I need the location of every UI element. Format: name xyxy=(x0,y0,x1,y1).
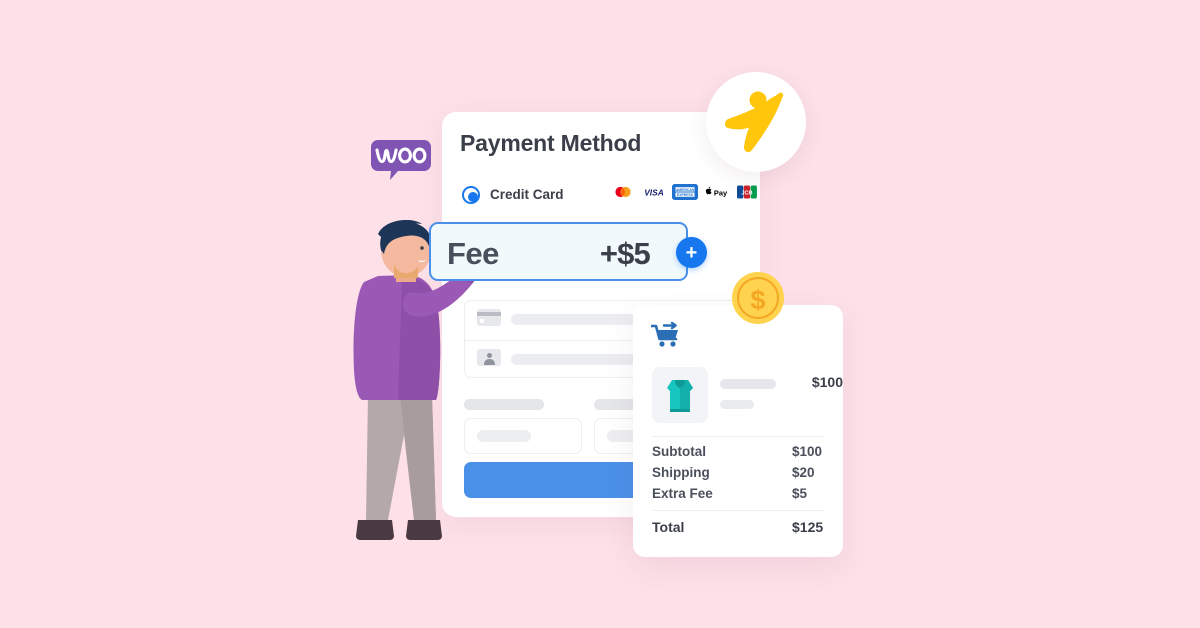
product-qty-placeholder xyxy=(720,400,754,409)
mastercard-icon xyxy=(610,184,636,200)
total-label: Total xyxy=(652,519,685,535)
brand-badge xyxy=(706,72,806,172)
payment-method-row[interactable]: Credit Card VISA AMERICAN EXPRESS Pay JC… xyxy=(462,184,760,208)
card-brand-icons: VISA AMERICAN EXPRESS Pay JCB xyxy=(610,184,760,200)
cart-divider-bottom xyxy=(652,510,824,511)
svg-text:VISA: VISA xyxy=(644,188,664,198)
cart-product-row: $100 xyxy=(652,367,843,423)
fee-label: Fee xyxy=(447,236,499,271)
svg-text:EXPRESS: EXPRESS xyxy=(677,193,694,197)
extra-fee-value: $5 xyxy=(792,486,808,501)
product-price: $100 xyxy=(811,374,843,390)
shipping-row: Shipping $20 xyxy=(652,465,824,486)
extra-fee-label: Extra Fee xyxy=(652,486,713,501)
svg-text:$: $ xyxy=(750,285,765,315)
fee-amount: +$5 xyxy=(599,236,651,271)
visa-icon: VISA xyxy=(641,184,667,200)
cart-summary-card: $100 Subtotal $100 Shipping $20 Extra Fe… xyxy=(633,305,843,557)
dollar-coin-icon: $ xyxy=(732,272,784,324)
credit-card-label: Credit Card xyxy=(490,187,564,202)
total-value: $125 xyxy=(792,519,824,535)
svg-text:Pay: Pay xyxy=(714,189,728,198)
person-icon xyxy=(477,349,501,366)
add-fee-button[interactable]: + xyxy=(676,237,707,268)
illustration-canvas: Payment Method Credit Card VISA AMERICAN… xyxy=(0,0,1200,628)
shipping-label: Shipping xyxy=(652,465,710,480)
radio-selected-dot xyxy=(468,192,478,202)
applepay-icon: Pay xyxy=(703,184,729,200)
expiry-input[interactable] xyxy=(464,418,582,454)
credit-card-icon xyxy=(477,309,501,326)
credit-card-radio[interactable] xyxy=(462,186,480,204)
subtotal-row: Subtotal $100 xyxy=(652,444,824,465)
cart-totals-list: Subtotal $100 Shipping $20 Extra Fee $5 xyxy=(652,444,824,507)
fee-input-field[interactable]: Fee +$5 xyxy=(429,222,688,281)
woocommerce-woo-logo xyxy=(371,140,431,180)
svg-text:JCB: JCB xyxy=(741,191,752,197)
total-row: Total $125 xyxy=(652,519,824,540)
jcb-icon: JCB xyxy=(734,184,760,200)
themehigh-star-figure-logo xyxy=(725,91,784,153)
page-title: Payment Method xyxy=(460,130,642,156)
add-to-cart-icon xyxy=(651,322,678,347)
subtotal-label: Subtotal xyxy=(652,444,706,459)
subtotal-value: $100 xyxy=(792,444,823,459)
svg-text:AMERICAN: AMERICAN xyxy=(676,188,695,192)
extra-fee-row: Extra Fee $5 xyxy=(652,486,824,507)
amex-icon: AMERICAN EXPRESS xyxy=(672,184,698,200)
shipping-value: $20 xyxy=(792,465,815,480)
cart-divider-top xyxy=(652,436,824,437)
